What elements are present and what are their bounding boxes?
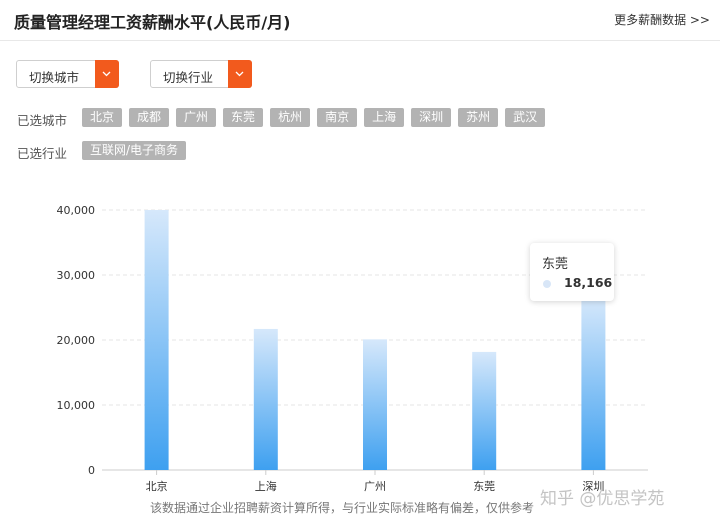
header: 质量管理经理工资薪酬水平(人民币/月) 更多薪酬数据 >> [0, 0, 720, 41]
city-tag-chengdu[interactable]: 成都 [129, 108, 170, 127]
x-tick-label: 上海 [255, 479, 277, 493]
bar[interactable] [472, 351, 497, 470]
footnote: 该数据通过企业招聘薪资计算所得，与行业实际标准略有偏差，仅供参考 [150, 500, 534, 515]
more-salary-data-link[interactable]: 更多薪酬数据 >> [614, 11, 710, 28]
tooltip-series-dot [543, 280, 551, 288]
y-tick-label: 20,000 [57, 334, 96, 347]
y-tick-label: 10,000 [57, 399, 96, 412]
selected-cities-label: 已选城市 [17, 113, 68, 128]
tooltip-title: 东莞 [542, 257, 569, 272]
industry-tag-internet[interactable]: 互联网/电子商务 [82, 141, 187, 160]
y-tick-label: 30,000 [57, 269, 96, 282]
city-tag-shanghai[interactable]: 上海 [364, 108, 405, 127]
city-tag-nanjing[interactable]: 南京 [317, 108, 358, 127]
city-tag-dongguan[interactable]: 东莞 [223, 108, 264, 127]
y-tick-label: 40,000 [57, 204, 96, 217]
city-tag-hangzhou[interactable]: 杭州 [270, 108, 311, 127]
selected-city-tags: 北京 成都 广州 东莞 杭州 南京 上海 深圳 苏州 武汉 [82, 108, 546, 127]
x-tick-label: 广州 [364, 480, 386, 493]
x-tick-label: 北京 [146, 479, 168, 493]
chart-tooltip: 东莞 18,166 [530, 243, 614, 301]
city-tag-wuhan[interactable]: 武汉 [505, 108, 546, 127]
city-dropdown[interactable]: 切换城市 [16, 60, 119, 88]
salary-bar-chart: 010,00020,00030,00040,000 北京 上海 广州 东莞 深圳 该数据… [57, 204, 665, 515]
selected-industry-label: 已选行业 [17, 146, 68, 161]
y-axis-ticks: 0 10,000 20,000 30,000 40,000 [57, 204, 96, 477]
bar[interactable] [253, 328, 278, 470]
selected-industry-tags: 互联网/电子商务 [82, 141, 187, 160]
city-tag-shenzhen[interactable]: 深圳 [411, 108, 452, 127]
y-tick-label: 0 [88, 464, 95, 477]
x-tick-label: 东莞 [473, 480, 495, 493]
chevron-down-icon [235, 71, 244, 77]
tooltip-value: 18,166 [564, 275, 613, 290]
city-dropdown-label: 切换城市 [29, 70, 80, 85]
industry-dropdown-label: 切换行业 [163, 70, 214, 85]
city-tag-guangzhou[interactable]: 广州 [176, 108, 217, 127]
chevron-down-icon [102, 71, 111, 77]
city-dropdown-button[interactable] [95, 60, 119, 88]
bar[interactable] [144, 210, 169, 470]
page-title: 质量管理经理工资薪酬水平(人民币/月) [14, 13, 291, 32]
industry-dropdown-button[interactable] [228, 60, 252, 88]
industry-dropdown[interactable]: 切换行业 [150, 60, 252, 88]
watermark: 知乎 @优思学苑 [540, 489, 664, 509]
bar[interactable] [581, 297, 606, 470]
bar[interactable] [363, 339, 387, 470]
city-tag-beijing[interactable]: 北京 [82, 108, 123, 127]
city-tag-suzhou[interactable]: 苏州 [458, 108, 499, 127]
x-axis-ticks: 北京 上海 广州 东莞 深圳 [146, 470, 604, 493]
